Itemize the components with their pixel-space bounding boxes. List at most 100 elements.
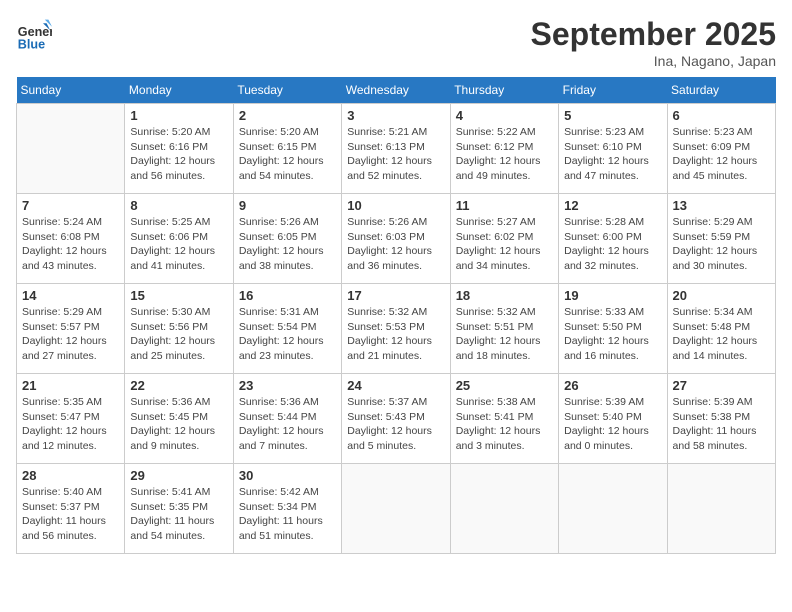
calendar-cell [667, 464, 775, 554]
calendar-cell: 3 Sunrise: 5:21 AMSunset: 6:13 PMDaylight… [342, 104, 450, 194]
day-number: 12 [564, 198, 661, 213]
day-info: Sunrise: 5:35 AMSunset: 5:47 PMDaylight:… [22, 395, 119, 454]
calendar-cell: 25Sunrise: 5:38 AMSunset: 5:41 PMDayligh… [450, 374, 558, 464]
day-number: 19 [564, 288, 661, 303]
day-number: 7 [22, 198, 119, 213]
day-number: 17 [347, 288, 444, 303]
calendar-cell: 1 Sunrise: 5:20 AMSunset: 6:16 PMDaylight… [125, 104, 233, 194]
day-number: 1 [130, 108, 227, 123]
day-info: Sunrise: 5:29 AMSunset: 5:57 PMDaylight:… [22, 305, 119, 364]
day-number: 24 [347, 378, 444, 393]
calendar-cell: 4 Sunrise: 5:22 AMSunset: 6:12 PMDaylight… [450, 104, 558, 194]
calendar-cell: 9 Sunrise: 5:26 AMSunset: 6:05 PMDaylight… [233, 194, 341, 284]
day-number: 13 [673, 198, 770, 213]
calendar-cell: 21 Sunrise: 5:35 AMSunset: 5:47 PMDayligh… [17, 374, 125, 464]
calendar-cell: 18 Sunrise: 5:32 AMSunset: 5:51 PMDayligh… [450, 284, 558, 374]
week-row-5: 28Sunrise: 5:40 AMSunset: 5:37 PMDayligh… [17, 464, 776, 554]
calendar-cell: 12 Sunrise: 5:28 AMSunset: 6:00 PMDayligh… [559, 194, 667, 284]
day-info: Sunrise: 5:22 AMSunset: 6:12 PMDaylight:… [456, 125, 553, 184]
calendar-cell: 20 Sunrise: 5:34 AMSunset: 5:48 PMDayligh… [667, 284, 775, 374]
calendar-cell: 15 Sunrise: 5:30 AMSunset: 5:56 PMDayligh… [125, 284, 233, 374]
weekday-header-saturday: Saturday [667, 77, 775, 104]
calendar-cell: 10 Sunrise: 5:26 AMSunset: 6:03 PMDayligh… [342, 194, 450, 284]
day-number: 29 [130, 468, 227, 483]
weekday-header-row: SundayMondayTuesdayWednesdayThursdayFrid… [17, 77, 776, 104]
week-row-4: 21 Sunrise: 5:35 AMSunset: 5:47 PMDayligh… [17, 374, 776, 464]
day-info: Sunrise: 5:28 AMSunset: 6:00 PMDaylight:… [564, 215, 661, 274]
svg-text:Blue: Blue [18, 37, 45, 51]
day-info: Sunrise: 5:20 AMSunset: 6:16 PMDaylight:… [130, 125, 227, 184]
weekday-header-sunday: Sunday [17, 77, 125, 104]
calendar-cell: 22 Sunrise: 5:36 AMSunset: 5:45 PMDayligh… [125, 374, 233, 464]
calendar-cell: 17Sunrise: 5:32 AMSunset: 5:53 PMDayligh… [342, 284, 450, 374]
day-number: 15 [130, 288, 227, 303]
calendar-cell: 14Sunrise: 5:29 AMSunset: 5:57 PMDayligh… [17, 284, 125, 374]
day-info: Sunrise: 5:42 AMSunset: 5:34 PMDaylight:… [239, 485, 336, 544]
calendar-cell: 26 Sunrise: 5:39 AMSunset: 5:40 PMDayligh… [559, 374, 667, 464]
day-number: 10 [347, 198, 444, 213]
day-number: 6 [673, 108, 770, 123]
calendar-cell: 19 Sunrise: 5:33 AMSunset: 5:50 PMDayligh… [559, 284, 667, 374]
calendar-table: SundayMondayTuesdayWednesdayThursdayFrid… [16, 77, 776, 554]
day-info: Sunrise: 5:30 AMSunset: 5:56 PMDaylight:… [130, 305, 227, 364]
calendar-cell: 5Sunrise: 5:23 AMSunset: 6:10 PMDaylight… [559, 104, 667, 194]
day-info: Sunrise: 5:31 AMSunset: 5:54 PMDaylight:… [239, 305, 336, 364]
weekday-header-friday: Friday [559, 77, 667, 104]
calendar-cell: 11Sunrise: 5:27 AMSunset: 6:02 PMDayligh… [450, 194, 558, 284]
weekday-header-tuesday: Tuesday [233, 77, 341, 104]
day-number: 21 [22, 378, 119, 393]
day-number: 8 [130, 198, 227, 213]
page-header: General Blue September 2025 Ina, Nagano,… [16, 16, 776, 69]
calendar-cell [559, 464, 667, 554]
calendar-cell: 30Sunrise: 5:42 AMSunset: 5:34 PMDayligh… [233, 464, 341, 554]
day-info: Sunrise: 5:41 AMSunset: 5:35 PMDaylight:… [130, 485, 227, 544]
day-number: 23 [239, 378, 336, 393]
day-number: 28 [22, 468, 119, 483]
week-row-3: 14Sunrise: 5:29 AMSunset: 5:57 PMDayligh… [17, 284, 776, 374]
day-info: Sunrise: 5:39 AMSunset: 5:40 PMDaylight:… [564, 395, 661, 454]
week-row-2: 7Sunrise: 5:24 AMSunset: 6:08 PMDaylight… [17, 194, 776, 284]
calendar-cell: 7Sunrise: 5:24 AMSunset: 6:08 PMDaylight… [17, 194, 125, 284]
day-info: Sunrise: 5:26 AMSunset: 6:05 PMDaylight:… [239, 215, 336, 274]
weekday-header-thursday: Thursday [450, 77, 558, 104]
day-info: Sunrise: 5:36 AMSunset: 5:44 PMDaylight:… [239, 395, 336, 454]
day-info: Sunrise: 5:33 AMSunset: 5:50 PMDaylight:… [564, 305, 661, 364]
calendar-cell [450, 464, 558, 554]
day-number: 20 [673, 288, 770, 303]
day-number: 11 [456, 198, 553, 213]
day-number: 4 [456, 108, 553, 123]
day-number: 2 [239, 108, 336, 123]
calendar-cell: 2 Sunrise: 5:20 AMSunset: 6:15 PMDaylight… [233, 104, 341, 194]
location: Ina, Nagano, Japan [531, 53, 776, 69]
calendar-cell: 24Sunrise: 5:37 AMSunset: 5:43 PMDayligh… [342, 374, 450, 464]
calendar-cell: 6 Sunrise: 5:23 AMSunset: 6:09 PMDaylight… [667, 104, 775, 194]
day-info: Sunrise: 5:34 AMSunset: 5:48 PMDaylight:… [673, 305, 770, 364]
day-number: 5 [564, 108, 661, 123]
day-number: 22 [130, 378, 227, 393]
day-info: Sunrise: 5:23 AMSunset: 6:09 PMDaylight:… [673, 125, 770, 184]
calendar-cell: 27 Sunrise: 5:39 AMSunset: 5:38 PMDayligh… [667, 374, 775, 464]
calendar-cell: 28Sunrise: 5:40 AMSunset: 5:37 PMDayligh… [17, 464, 125, 554]
day-number: 25 [456, 378, 553, 393]
day-number: 18 [456, 288, 553, 303]
title-block: September 2025 Ina, Nagano, Japan [531, 16, 776, 69]
month-title: September 2025 [531, 16, 776, 53]
day-number: 9 [239, 198, 336, 213]
day-info: Sunrise: 5:20 AMSunset: 6:15 PMDaylight:… [239, 125, 336, 184]
day-info: Sunrise: 5:25 AMSunset: 6:06 PMDaylight:… [130, 215, 227, 274]
weekday-header-monday: Monday [125, 77, 233, 104]
calendar-cell [17, 104, 125, 194]
day-number: 27 [673, 378, 770, 393]
logo-icon: General Blue [16, 16, 52, 52]
day-info: Sunrise: 5:32 AMSunset: 5:51 PMDaylight:… [456, 305, 553, 364]
week-row-1: 1 Sunrise: 5:20 AMSunset: 6:16 PMDaylight… [17, 104, 776, 194]
day-info: Sunrise: 5:39 AMSunset: 5:38 PMDaylight:… [673, 395, 770, 454]
calendar-cell: 13Sunrise: 5:29 AMSunset: 5:59 PMDayligh… [667, 194, 775, 284]
day-info: Sunrise: 5:26 AMSunset: 6:03 PMDaylight:… [347, 215, 444, 274]
calendar-cell: 29 Sunrise: 5:41 AMSunset: 5:35 PMDayligh… [125, 464, 233, 554]
weekday-header-wednesday: Wednesday [342, 77, 450, 104]
day-number: 26 [564, 378, 661, 393]
day-info: Sunrise: 5:21 AMSunset: 6:13 PMDaylight:… [347, 125, 444, 184]
day-info: Sunrise: 5:36 AMSunset: 5:45 PMDaylight:… [130, 395, 227, 454]
day-number: 3 [347, 108, 444, 123]
